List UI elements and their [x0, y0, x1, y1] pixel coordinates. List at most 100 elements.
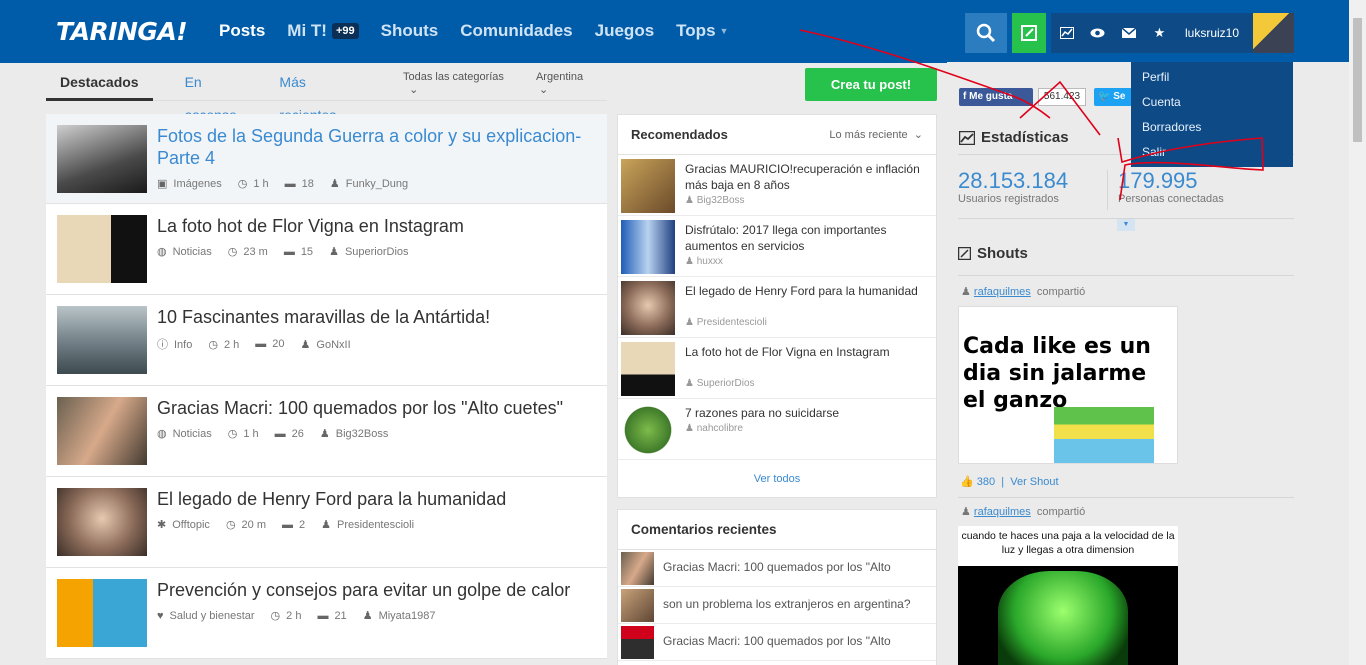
stats-icon[interactable]	[1051, 27, 1082, 39]
country-filter[interactable]: Argentina ⌄	[536, 71, 593, 96]
thumbs-up-icon[interactable]: 👍	[960, 476, 974, 488]
user-icon: ♟	[362, 610, 373, 622]
comment-item[interactable]: son un problema los extranjeros en argen…	[618, 587, 936, 624]
post-title[interactable]: Gracias Macri: 100 quemados por los "Alt…	[157, 397, 597, 419]
shouts-title: Shouts	[958, 245, 1028, 262]
nav-comunidades[interactable]: Comunidades	[460, 21, 572, 41]
post-item[interactable]: Gracias Macri: 100 quemados por los "Alt…	[46, 386, 607, 477]
expand-stats-button[interactable]: ▼	[1117, 219, 1135, 231]
recommended-thumbnail[interactable]	[621, 220, 675, 274]
recommended-user[interactable]: ♟ huxxx	[685, 256, 723, 267]
category-filter[interactable]: Todas las categorías ⌄	[403, 71, 512, 96]
recommended-title[interactable]: El legado de Henry Ford para la humanida…	[685, 283, 925, 299]
recommended-item[interactable]: La foto hot de Flor Vigna en Instagram ♟…	[618, 338, 936, 399]
comment-text[interactable]: Gracias Macri: 100 quemados por los "Alt…	[663, 560, 891, 574]
sort-dropdown[interactable]: Lo más reciente ⌄	[829, 128, 923, 141]
recommended-thumbnail[interactable]	[621, 159, 675, 213]
recommended-thumbnail[interactable]	[621, 342, 675, 396]
menu-item-cuenta[interactable]: Cuenta	[1131, 90, 1293, 115]
post-thumbnail[interactable]	[57, 215, 147, 283]
shout-image[interactable]: cuando te haces una paja a la velocidad …	[958, 526, 1178, 665]
recommended-title[interactable]: 7 razones para no suicidarse	[685, 405, 925, 421]
post-item[interactable]: Fotos de la Segunda Guerra a color y su …	[46, 114, 607, 204]
comment-item[interactable]: Gracias Macri: 100 quemados por los "Alt…	[618, 624, 936, 661]
comment-text[interactable]: Gracias Macri: 100 quemados por los "Alt…	[663, 634, 891, 648]
tab-mas-recientes[interactable]: Más recientes	[265, 66, 373, 123]
avatar[interactable]	[1253, 13, 1294, 53]
recommended-thumbnail[interactable]	[621, 403, 675, 457]
nav-mi-t[interactable]: Mi T! +99	[287, 21, 359, 41]
post-thumbnail[interactable]	[57, 397, 147, 465]
recommended-item[interactable]: El legado de Henry Ford para la humanida…	[618, 277, 936, 338]
nav-tops[interactable]: Tops ▼	[676, 21, 728, 41]
recommended-item[interactable]: Disfrútalo: 2017 llega con importantes a…	[618, 216, 936, 277]
post-item[interactable]: La foto hot de Flor Vigna en Instagram ◍…	[46, 204, 607, 295]
post-title[interactable]: 10 Fascinantes maravillas de la Antártid…	[157, 306, 597, 328]
recommended-user[interactable]: ♟ nahcolibre	[685, 423, 743, 434]
create-post-button[interactable]: Crea tu post!	[805, 68, 937, 101]
nav-posts[interactable]: Posts	[219, 21, 265, 41]
recommended-title[interactable]: Gracias MAURICIO!recuperación e inflació…	[685, 161, 925, 193]
post-title[interactable]: Fotos de la Segunda Guerra a color y su …	[157, 125, 597, 169]
twitter-follow-button[interactable]: 🐦 Se	[1094, 88, 1132, 106]
scrollbar-thumb[interactable]	[1353, 18, 1362, 142]
star-icon[interactable]: ★	[1144, 25, 1175, 41]
post-author[interactable]: Presidentescioli	[337, 519, 414, 531]
recommended-thumbnail[interactable]	[621, 281, 675, 335]
username[interactable]: luksruiz10	[1185, 26, 1239, 40]
mail-icon[interactable]	[1113, 28, 1144, 38]
see-shout-link[interactable]: Ver Shout	[1010, 476, 1058, 488]
post-category[interactable]: Noticias	[173, 428, 212, 440]
post-author[interactable]: GoNxII	[316, 339, 350, 351]
recommended-title[interactable]: Disfrútalo: 2017 llega con importantes a…	[685, 222, 925, 254]
facebook-like-button[interactable]: f Me gusta	[959, 88, 1033, 106]
post-author[interactable]: Big32Boss	[336, 428, 389, 440]
user-icon: ♟	[329, 178, 340, 190]
recommended-item[interactable]: Gracias MAURICIO!recuperación e inflació…	[618, 155, 936, 216]
recommended-title[interactable]: La foto hot de Flor Vigna en Instagram	[685, 344, 925, 360]
recommended-user[interactable]: ♟ Big32Boss	[685, 195, 745, 206]
post-author[interactable]: Miyata1987	[379, 610, 436, 622]
search-button[interactable]	[965, 13, 1007, 53]
post-item[interactable]: El legado de Henry Ford para la humanida…	[46, 477, 607, 568]
post-thumbnail[interactable]	[57, 488, 147, 556]
post-title[interactable]: Prevención y consejos para evitar un gol…	[157, 579, 597, 601]
taringa-logo[interactable]: TARINGA!	[56, 17, 188, 46]
vertical-scrollbar[interactable]	[1349, 0, 1366, 665]
comment-item[interactable]: Gracias Macri: 100 quemados por los "Alt…	[618, 550, 936, 587]
recommended-user[interactable]: ♟ SuperiorDios	[685, 378, 755, 389]
chevron-down-icon: ▼	[719, 26, 729, 36]
post-item[interactable]: Prevención y consejos para evitar un gol…	[46, 568, 607, 659]
shout-username[interactable]: rafaquilmes	[974, 286, 1031, 298]
shout-username[interactable]: rafaquilmes	[974, 506, 1031, 518]
post-author[interactable]: Funky_Dung	[346, 178, 408, 190]
shout-image[interactable]: Cada like es un dia sin jalarme el ganzo	[958, 306, 1178, 464]
post-title[interactable]: La foto hot de Flor Vigna en Instagram	[157, 215, 597, 237]
post-category[interactable]: Imágenes	[173, 178, 221, 190]
recommended-user[interactable]: ♟ Presidentescioli	[685, 317, 767, 328]
post-meta: ✱ Offtopic ◷ 20 m ▬ 2 ♟ Presidentescioli	[157, 518, 414, 532]
post-item[interactable]: 10 Fascinantes maravillas de la Antártid…	[46, 295, 607, 386]
post-thumbnail[interactable]	[57, 579, 147, 647]
comment-text[interactable]: son un problema los extranjeros en argen…	[663, 597, 911, 611]
post-title[interactable]: El legado de Henry Ford para la humanida…	[157, 488, 597, 510]
see-all-link[interactable]: Ver todos	[618, 460, 936, 498]
post-category[interactable]: Noticias	[173, 246, 212, 258]
menu-item-borradores[interactable]: Borradores	[1131, 115, 1293, 140]
eye-icon[interactable]	[1082, 28, 1113, 38]
menu-item-salir[interactable]: Salir	[1131, 140, 1293, 165]
post-author[interactable]: SuperiorDios	[345, 246, 409, 258]
recommended-item[interactable]: 7 razones para no suicidarse ♟ nahcolibr…	[618, 399, 936, 460]
tab-en-ascenso[interactable]: En ascenso	[181, 66, 256, 123]
new-post-button[interactable]	[1012, 13, 1046, 53]
post-thumbnail[interactable]	[57, 306, 147, 374]
menu-item-perfil[interactable]: Perfil	[1131, 65, 1293, 90]
recent-comments-panel: Comentarios recientes Gracias Macri: 100…	[617, 509, 937, 665]
post-category[interactable]: Info	[174, 339, 192, 351]
nav-shouts[interactable]: Shouts	[381, 21, 439, 41]
post-category[interactable]: Offtopic	[172, 519, 210, 531]
nav-juegos[interactable]: Juegos	[595, 21, 655, 41]
tab-destacados[interactable]: Destacados	[46, 66, 153, 101]
post-thumbnail[interactable]	[57, 125, 147, 193]
post-category[interactable]: Salud y bienestar	[170, 610, 255, 622]
